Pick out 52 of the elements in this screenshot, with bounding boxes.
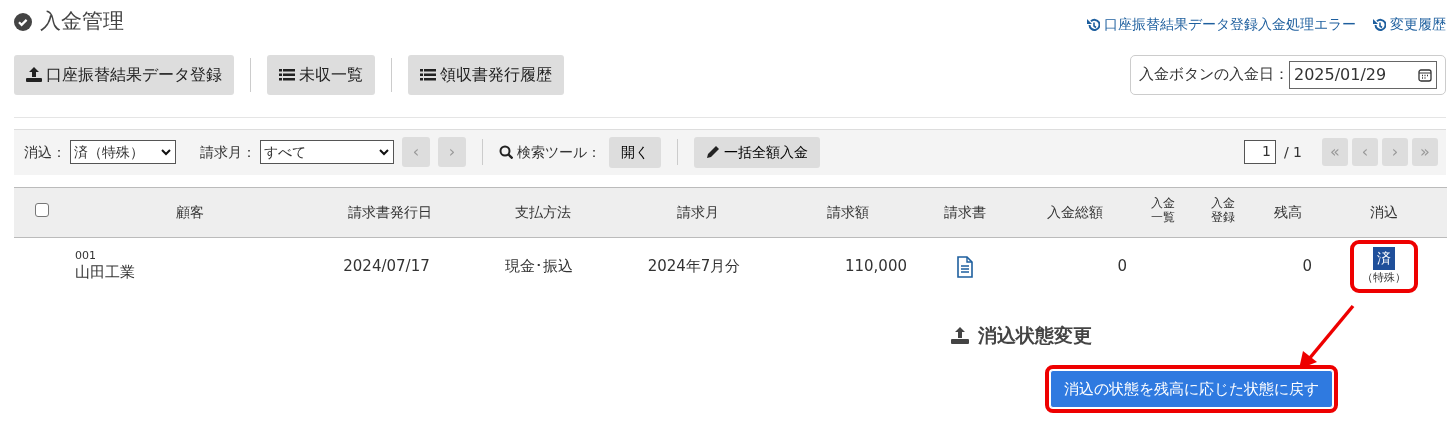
column-header: 請求月 [676,203,719,220]
column-header: 請求書 [944,203,986,220]
column-header: 消込 [1369,203,1398,220]
history-icon[interactable] [1086,17,1100,32]
reset-status-button[interactable]: 消込の状態を残高に応じた状態に戻す [1050,369,1333,408]
column-header: 入金総額 [1047,203,1103,220]
column-header: 顧客 [176,203,204,220]
column-header: 支払方法 [514,203,571,220]
column-header: 請求書発行日 [348,203,432,220]
customer-code: 001 [75,249,97,261]
pencil-icon [706,145,720,159]
column-header: 残高 [1273,203,1302,220]
status-badge[interactable]: 済 [1372,246,1395,270]
toolbar-button[interactable]: 口座振替結果データ登録 [14,54,234,95]
reconcile-select[interactable]: 済（特殊） [70,140,176,164]
upload-icon [950,325,970,345]
column-header: 入金一覧 [1150,197,1175,224]
panel-title: 消込状態変更 [978,323,1092,348]
filter-label: 消込： [24,142,66,162]
document-icon[interactable] [957,255,973,278]
table-cell: 0 [1302,257,1312,275]
search-icon [499,145,513,159]
status-note: （特殊） [1361,269,1406,286]
link[interactable]: 変更履歴 [1372,14,1446,35]
bulk-payment-button[interactable]: 一括全額入金 [694,136,820,168]
list-icon [279,67,295,82]
table-cell: 現金･振込 [505,257,573,275]
table-cell: 2024年7月分 [647,257,741,275]
search-tool-label: 検索ツール： [517,142,601,162]
table-cell: 110,000 [844,257,907,275]
date-label: 入金ボタンの入金日： [1139,64,1289,86]
customer-name: 山田工業 [75,261,136,283]
checkbox[interactable] [35,202,49,217]
open-button[interactable]: 開く [609,136,661,168]
toolbar-button[interactable]: 領収書発行履歴 [408,54,564,95]
chevron-icon[interactable] [160,146,172,158]
date-field[interactable]: 2025/01/29 [1289,60,1437,89]
column-header: 入金登録 [1210,197,1235,224]
page-title: 入金管理 [40,8,124,35]
calendar-icon[interactable] [1418,67,1432,82]
column-header: 請求額 [826,203,869,220]
toolbar-button[interactable]: 未収一覧 [267,54,375,95]
page-total: / 1 [1283,142,1302,162]
upload-icon [26,67,42,82]
list-icon [420,67,436,82]
history-icon[interactable] [1372,17,1386,32]
check-circle-icon [14,12,32,31]
chevron-icon[interactable] [378,146,390,158]
filter-label: 請求月： [200,142,256,162]
link[interactable]: 口座振替結果データ登録入金処理エラー [1086,14,1356,35]
table-cell: 0 [1117,257,1127,275]
table-cell: 2024/07/17 [343,257,430,275]
